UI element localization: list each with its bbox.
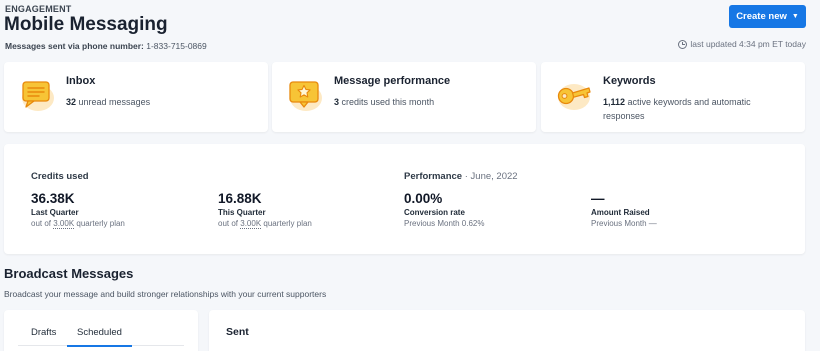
chevron-down-icon: ▼ — [791, 13, 799, 20]
clock-icon — [678, 39, 688, 49]
performance-heading-label: Performance — [404, 171, 463, 182]
section-eyebrow: ENGAGEMENT — [5, 4, 72, 14]
card-title: Inbox — [66, 75, 96, 87]
card-count: 32 — [66, 97, 77, 107]
chat-bubble-icon — [22, 81, 54, 111]
create-new-button[interactable]: Create new ▼ — [729, 5, 806, 28]
create-new-label: Create new — [736, 11, 787, 22]
tab-drafts[interactable]: Drafts — [31, 327, 56, 345]
card-count: 1,112 — [603, 97, 626, 107]
inbox-card[interactable]: Inbox 32 unread messages — [4, 62, 268, 132]
phone-number-label: Messages sent via phone number: — [5, 41, 144, 51]
card-description-text: unread messages — [78, 97, 151, 107]
stats-panel: Credits used Performance · June, 2022 36… — [4, 144, 805, 254]
this-quarter-stat: 16.88K This Quarter out of 3.00K quarter… — [218, 191, 312, 229]
stat-subtext: out of 3.00K quarterly plan — [218, 219, 312, 229]
conversion-rate-stat: 0.00% Conversion rate Previous Month 0.6… — [404, 191, 485, 228]
broadcast-title: Broadcast Messages — [4, 266, 134, 281]
card-description: 1,112 active keywords and automatic resp… — [603, 95, 793, 123]
performance-period: · June, 2022 — [464, 171, 518, 182]
phone-number-line: Messages sent via phone number: 1-833-71… — [5, 41, 207, 51]
tab-scheduled[interactable]: Scheduled — [67, 327, 132, 347]
stat-subtext-pre: out of — [218, 219, 239, 228]
stat-label: Last Quarter — [31, 208, 79, 217]
message-performance-card[interactable]: Message performance 3 credits used this … — [272, 62, 536, 132]
phone-number-value: 1-833-715-0869 — [146, 41, 207, 51]
stat-subtext-post: quarterly plan — [76, 219, 125, 228]
stat-subtext-post: quarterly plan — [263, 219, 312, 228]
plan-amount[interactable]: 3.00K — [53, 219, 75, 229]
keywords-card[interactable]: Keywords 1,112 active keywords and autom… — [541, 62, 805, 132]
stat-label: This Quarter — [218, 208, 266, 217]
stat-label: Conversion rate — [404, 208, 465, 217]
card-count: 3 — [334, 97, 340, 107]
sent-panel: Sent — [209, 310, 805, 351]
amount-raised-stat: — Amount Raised Previous Month — — [591, 191, 657, 228]
star-message-icon — [289, 81, 322, 111]
stat-label: Amount Raised — [591, 208, 650, 217]
card-description: 32 unread messages — [66, 95, 256, 109]
page-title: Mobile Messaging — [4, 14, 168, 35]
sent-title: Sent — [226, 326, 249, 338]
stat-value: 16.88K — [218, 191, 262, 206]
stat-subtext-pre: out of — [31, 219, 52, 228]
card-description-text: credits used this month — [341, 97, 435, 107]
stat-subtext: out of 3.00K quarterly plan — [31, 219, 125, 229]
card-description-text: active keywords and automatic responses — [603, 97, 751, 121]
stat-value: — — [591, 191, 605, 206]
broadcast-subtitle: Broadcast your message and build stronge… — [4, 289, 327, 299]
stat-subtext: Previous Month — — [591, 219, 657, 228]
card-title: Keywords — [603, 75, 656, 87]
last-quarter-stat: 36.38K Last Quarter out of 3.00K quarter… — [31, 191, 125, 229]
last-updated: last updated 4:34 pm ET today — [678, 39, 806, 49]
plan-amount[interactable]: 3.00K — [240, 219, 262, 229]
credits-used-heading: Credits used — [31, 171, 89, 182]
broadcast-tabs-panel: Drafts Scheduled — [4, 310, 198, 351]
last-updated-text: last updated 4:34 pm ET today — [690, 39, 806, 49]
stat-value: 0.00% — [404, 191, 443, 206]
card-description: 3 credits used this month — [334, 95, 524, 109]
key-icon — [557, 84, 591, 110]
performance-heading: Performance · June, 2022 — [404, 171, 518, 182]
stat-subtext: Previous Month 0.62% — [404, 219, 485, 228]
card-title: Message performance — [334, 75, 451, 87]
stat-value: 36.38K — [31, 191, 75, 206]
